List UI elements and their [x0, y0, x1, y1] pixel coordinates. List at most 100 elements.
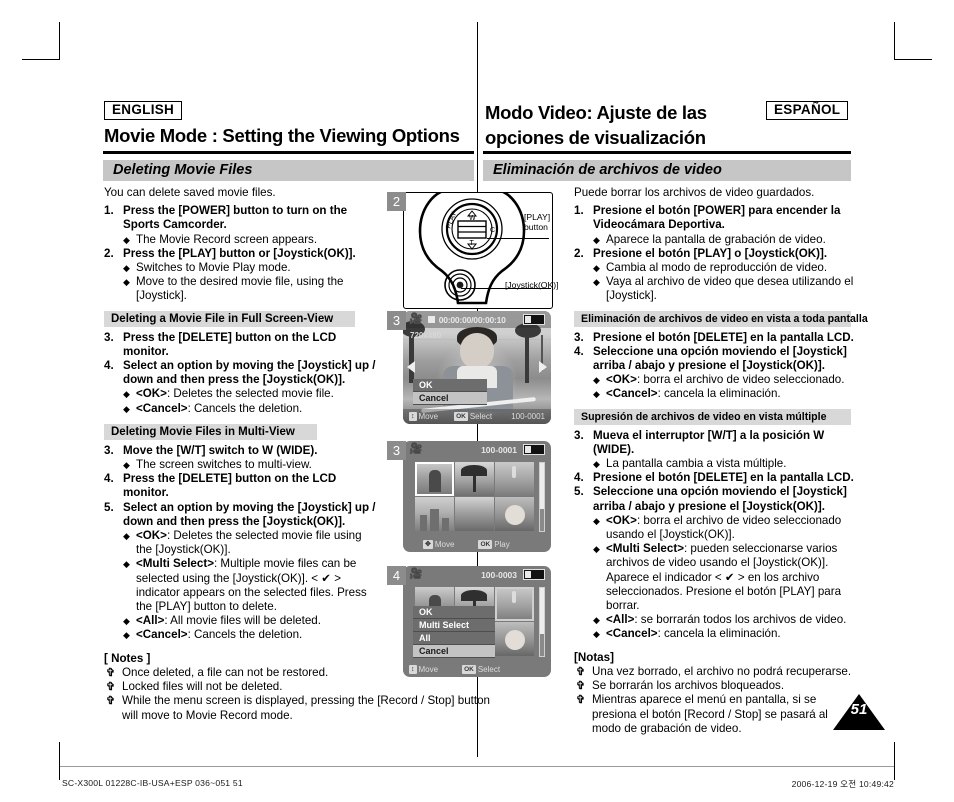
- figure-step-number-3-multi: 3: [387, 441, 406, 460]
- option-es-multi-cancel: ◆ <Cancel>: cancela la eliminación.: [574, 627, 856, 641]
- diamond-bullet-icon: ◆: [593, 263, 600, 274]
- hint-move-label: Move: [418, 412, 439, 421]
- ok-chip-icon: OK: [478, 540, 493, 549]
- option-desc: : Deletes the selected movie file.: [166, 387, 334, 401]
- callout-label-joystick: [Joystick(OK)]: [505, 280, 559, 290]
- step-text: Press the [POWER] button to turn on the …: [123, 204, 348, 232]
- option-keyword: <OK>: [136, 387, 167, 401]
- note-en-2: ✞ Locked files will not be deleted.: [104, 680, 379, 694]
- dial-label-t: T: [470, 240, 475, 247]
- hint-play-label: Play: [494, 540, 510, 549]
- option-desc: : se borrarán todos los archivos de vide…: [634, 613, 847, 627]
- step-text: Press the [PLAY] button or [Joystick(OK)…: [123, 246, 356, 260]
- language-badge-spanish: ESPAÑOL: [766, 101, 849, 120]
- camera-body-svg: PLAY W T C: [418, 193, 526, 305]
- step-number: 4.: [574, 344, 584, 358]
- thumbnail-city[interactable]: [415, 497, 454, 531]
- thumbnail-dog[interactable]: [495, 622, 534, 656]
- dial-label-w: W: [469, 215, 476, 222]
- thumb-dog-head: [505, 505, 525, 525]
- scrollbar-thumb[interactable]: [540, 588, 544, 634]
- page-title-spanish-line1: Modo Video: Ajuste de las: [485, 102, 707, 123]
- delete-menu-multi-view[interactable]: OK Multi Select All Cancel: [413, 606, 495, 658]
- thumbnail-scrollbar[interactable]: [539, 462, 545, 532]
- note-es-2: ✞ Se borrarán los archivos bloqueados.: [574, 679, 856, 693]
- note-es-3: ✞ Mientras aparece el menú en pantalla, …: [574, 693, 856, 736]
- step-text: Seleccione una opción moviendo el [Joyst…: [593, 344, 847, 373]
- step-number: 1.: [574, 204, 584, 218]
- subhead-en-full-screen: Deleting a Movie File in Full Screen-Vie…: [104, 310, 355, 327]
- option-es-multi-all: ◆ <All>: se borrarán todos los archivos …: [574, 613, 856, 627]
- note-bullet-icon: ✞: [106, 666, 116, 679]
- step-number: 4.: [574, 471, 584, 485]
- thumb-rabbit-ear: [512, 591, 516, 603]
- menu-item-all[interactable]: All: [413, 632, 495, 645]
- title-rule-spanish: [483, 151, 851, 154]
- note-text: Once deleted, a file can not be restored…: [122, 665, 329, 679]
- figure-step-number-4: 4: [387, 566, 406, 585]
- step-number: 4.: [104, 472, 114, 486]
- step-text: Presione el botón [DELETE] en la pantall…: [593, 330, 854, 344]
- diamond-bullet-icon: ◆: [123, 263, 130, 274]
- thumbnail-rabbit[interactable]: [495, 462, 534, 496]
- step-text: Press the [DELETE] button on the LCD mon…: [123, 330, 337, 358]
- scrollbar-thumb[interactable]: [540, 463, 544, 509]
- section-title-english: Deleting Movie Files: [103, 160, 474, 181]
- diamond-bullet-icon: ◆: [123, 531, 130, 542]
- delete-menu-full-view[interactable]: OK Cancel: [413, 379, 487, 405]
- menu-item-ok[interactable]: OK: [413, 379, 487, 392]
- step-en-4-full: 4. Select an option by moving the [Joyst…: [104, 359, 379, 387]
- step-number: 5.: [104, 500, 114, 514]
- intro-text-spanish: Puede borrar los archivos de video guard…: [574, 186, 815, 199]
- step-es-3-full: 3. Presione el botón [DELETE] en la pant…: [574, 331, 856, 345]
- menu-item-ok[interactable]: OK: [413, 606, 495, 619]
- step-number: 1.: [104, 204, 114, 218]
- dpad-icon: ✥: [423, 540, 433, 549]
- menu-item-multi-select[interactable]: Multi Select: [413, 619, 495, 632]
- note-es-1: ✞ Una vez borrado, el archivo no podrá r…: [574, 665, 856, 679]
- dpad-icon: ↕: [409, 412, 417, 421]
- camera-illustration: PLAY W T C: [403, 192, 553, 309]
- bullet-es-1-1: ◆ Aparece la pantalla de grabación de vi…: [574, 233, 856, 247]
- bullet-en-2-2: ◆ Move to the desired movie file, using …: [104, 275, 379, 303]
- language-badge-english: ENGLISH: [104, 101, 183, 120]
- option-desc: : Cancels the deletion.: [187, 401, 303, 415]
- thumbnail-palm-tree[interactable]: [455, 462, 494, 496]
- note-text: Mientras aparece el menú en pantalla, si…: [592, 693, 828, 735]
- note-text: Locked files will not be deleted.: [122, 680, 283, 694]
- bullet-es-2-2: ◆ Vaya al archivo de video que desea uti…: [574, 275, 856, 303]
- option-desc: : cancela la eliminación.: [657, 627, 781, 641]
- file-number-label: 100-0001: [481, 444, 517, 455]
- option-keyword: <Multi Select>: [606, 542, 684, 556]
- thumbnail-coast[interactable]: [455, 497, 494, 531]
- diamond-bullet-icon: ◆: [123, 389, 130, 400]
- callout-play-line2: button: [524, 222, 548, 232]
- option-keyword: <All>: [136, 614, 165, 628]
- thumbnail-dog[interactable]: [495, 497, 534, 531]
- prev-arrow-icon[interactable]: [407, 361, 415, 373]
- next-arrow-icon[interactable]: [539, 361, 547, 373]
- step-number: 3.: [574, 330, 584, 344]
- figure-step-number-2: 2: [387, 192, 406, 211]
- thumbnail-rabbit[interactable]: [495, 587, 534, 621]
- option-desc: : Cancels the deletion.: [187, 628, 303, 642]
- thumbnail-scrollbar[interactable]: [539, 587, 545, 657]
- callout-label-play-button: [PLAY] button: [524, 212, 570, 232]
- option-es-full-cancel: ◆ <Cancel>: cancela la eliminación.: [574, 387, 856, 401]
- diamond-bullet-icon: ◆: [593, 234, 600, 245]
- option-en-multi-ok: ◆ <OK>: Deletes the selected movie file …: [104, 529, 379, 557]
- step-number: 3.: [104, 330, 114, 344]
- step-es-2: 2. Presione el botón [PLAY] o [Joystick(…: [574, 247, 856, 261]
- menu-item-cancel[interactable]: Cancel: [413, 645, 495, 658]
- step-es-1: 1. Presione el botón [POWER] para encend…: [574, 204, 856, 232]
- diamond-bullet-icon: ◆: [123, 616, 130, 627]
- notes-title-english: [ Notes ]: [104, 651, 151, 665]
- note-en-3: ✞ While the menu screen is displayed, pr…: [104, 694, 495, 722]
- step-number: 2.: [104, 246, 114, 260]
- thumbnail-boy-on-bike[interactable]: [415, 462, 454, 496]
- battery-icon: [523, 314, 545, 325]
- crop-mark-top-right-v: [894, 22, 895, 60]
- menu-item-cancel[interactable]: Cancel: [413, 392, 487, 405]
- note-bullet-icon: ✞: [576, 665, 586, 678]
- step-en-4-multi: 4. Press the [DELETE] button on the LCD …: [104, 472, 379, 500]
